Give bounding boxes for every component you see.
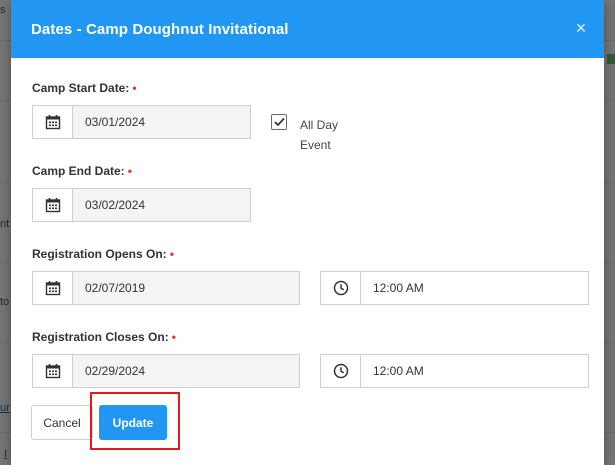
reg-opens-label: Registration Opens On: • bbox=[32, 247, 174, 261]
all-day-checkbox[interactable] bbox=[271, 114, 287, 130]
close-icon[interactable]: × bbox=[572, 19, 590, 37]
reg-closes-time-field[interactable]: 12:00 AM bbox=[320, 354, 589, 388]
camp-end-date-value[interactable]: 03/02/2024 bbox=[73, 189, 250, 221]
camp-end-date-field[interactable]: 03/02/2024 bbox=[32, 188, 251, 222]
reg-closes-date-field[interactable]: 02/29/2024 bbox=[32, 354, 300, 388]
dates-modal: Dates - Camp Doughnut Invitational × Cam… bbox=[11, 0, 604, 465]
clock-icon[interactable] bbox=[321, 355, 361, 387]
required-marker: • bbox=[171, 330, 176, 344]
camp-start-date-value[interactable]: 03/01/2024 bbox=[73, 106, 250, 138]
calendar-icon[interactable] bbox=[33, 189, 73, 221]
calendar-icon[interactable] bbox=[33, 355, 73, 387]
modal-title: Dates - Camp Doughnut Invitational bbox=[31, 21, 289, 38]
required-marker: • bbox=[132, 81, 137, 95]
all-day-label[interactable]: All Day Event bbox=[300, 115, 360, 155]
camp-end-label: Camp End Date: • bbox=[32, 164, 132, 178]
reg-closes-date-value[interactable]: 02/29/2024 bbox=[73, 355, 299, 387]
reg-opens-time-value[interactable]: 12:00 AM bbox=[361, 272, 588, 304]
cancel-button[interactable]: Cancel bbox=[31, 405, 93, 440]
clock-icon[interactable] bbox=[321, 272, 361, 304]
modal-header: Dates - Camp Doughnut Invitational × bbox=[11, 0, 604, 58]
reg-opens-date-value[interactable]: 02/07/2019 bbox=[73, 272, 299, 304]
reg-closes-time-value[interactable]: 12:00 AM bbox=[361, 355, 588, 387]
camp-start-date-field[interactable]: 03/01/2024 bbox=[32, 105, 251, 139]
reg-opens-time-field[interactable]: 12:00 AM bbox=[320, 271, 589, 305]
reg-opens-date-field[interactable]: 02/07/2019 bbox=[32, 271, 300, 305]
calendar-icon[interactable] bbox=[33, 272, 73, 304]
camp-start-label: Camp Start Date: • bbox=[32, 81, 137, 95]
check-icon bbox=[273, 117, 285, 127]
calendar-icon[interactable] bbox=[33, 106, 73, 138]
required-marker: • bbox=[127, 164, 132, 178]
reg-closes-label: Registration Closes On: • bbox=[32, 330, 176, 344]
update-button[interactable]: Update bbox=[99, 405, 167, 440]
required-marker: • bbox=[169, 247, 174, 261]
